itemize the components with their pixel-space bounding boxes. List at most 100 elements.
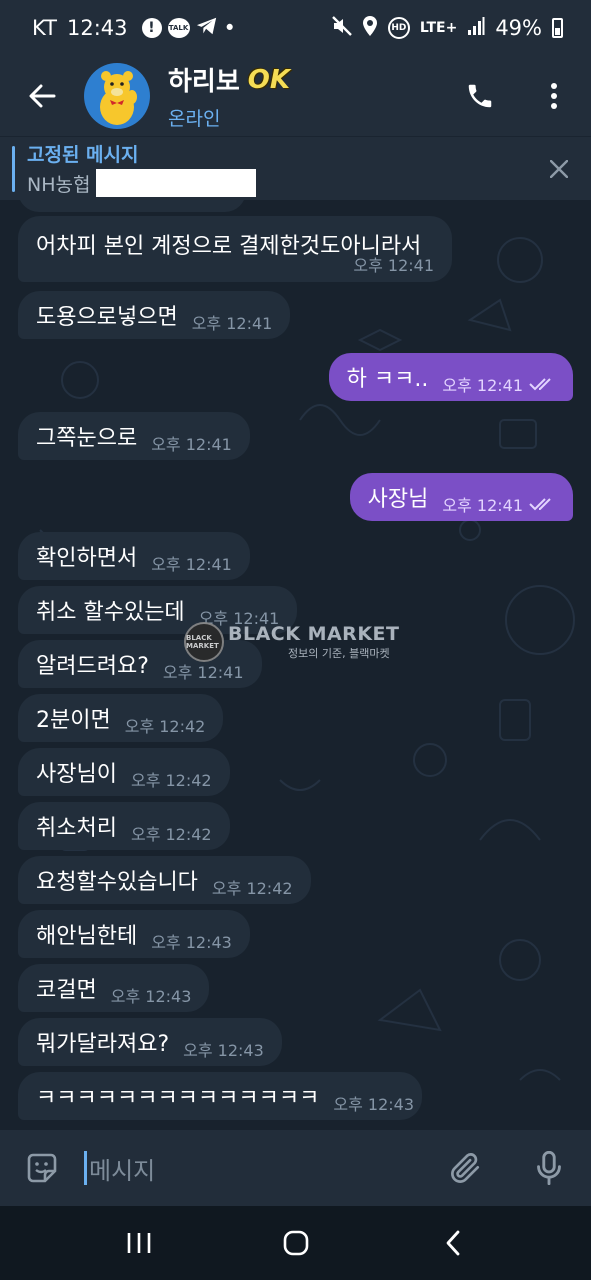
recents-icon [127, 1233, 150, 1253]
watermark-logo: BLACK MARKET [184, 622, 224, 662]
message-time: 오후 12:42 [130, 771, 212, 790]
message-bubble[interactable]: 어차피 본인 계정으로 결제한것도아니라서 오후 12:41 [18, 216, 452, 282]
chat-header: 하리보 OK 온라인 [0, 56, 591, 136]
home-icon [283, 1230, 308, 1256]
message-text: 사장님이 [36, 762, 117, 787]
system-back-button[interactable] [413, 1206, 493, 1280]
message-text: 요청할수있습니다 [36, 870, 198, 895]
pinned-message-bar[interactable]: 고정된 메시지 NH농협 [0, 136, 591, 200]
message-bubble[interactable]: ㅋㅋㅋㅋㅋㅋㅋㅋㅋㅋㅋㅋㅋㅋ 오후 12:43 [18, 1072, 422, 1120]
message-time: 오후 12:43 [110, 987, 192, 1006]
message-text: 코걸면 [36, 978, 97, 1003]
pinned-indicator [12, 145, 15, 192]
voice-message-button[interactable] [507, 1130, 591, 1206]
message-text: 도용으로넣으면 [36, 305, 178, 330]
back-arrow-icon [29, 84, 56, 108]
message-time: 오후 12:42 [130, 825, 212, 844]
message-bubble[interactable]: 도용으로넣으면 오후 12:41 [18, 291, 291, 339]
message-time: 오후 12:41 [442, 376, 523, 395]
text-cursor [84, 1151, 87, 1185]
message-bubble[interactable]: 2분이면 오후 12:42 [18, 694, 224, 742]
more-options-button[interactable] [517, 56, 591, 136]
message-text: 그쪽눈으로 [36, 426, 138, 451]
pinned-preview: NH농협 [27, 173, 91, 196]
read-checkmarks-icon [529, 377, 555, 391]
kakaotalk-notification-icon: TALK [167, 18, 190, 38]
clock: 12:43 [66, 16, 128, 40]
battery-icon [552, 18, 563, 38]
message-text: 뭐가달라져요? [36, 1032, 170, 1057]
more-notifications-dot: • [223, 16, 236, 40]
redaction-box [96, 169, 257, 197]
message-text: 취소처리 [36, 816, 117, 841]
online-status: 온라인 [168, 108, 221, 130]
pinned-title: 고정된 메시지 [27, 144, 139, 166]
message-input[interactable]: 메시지 [84, 1130, 423, 1206]
kebab-menu-icon [551, 83, 557, 109]
message-time: 오후 12:41 [151, 435, 232, 454]
message-time: 오후 12:43 [151, 933, 232, 952]
message-text: 알려드려요? [36, 654, 149, 679]
chat-title: 하리보 [168, 67, 240, 97]
watermark-title: BLACK MARKET [228, 623, 400, 645]
message-text: 2분이면 [36, 708, 111, 733]
message-bubble[interactable]: 하 ㅋㅋ.. 오후 12:41 [328, 353, 573, 401]
location-icon [362, 15, 378, 42]
chevron-left-icon [446, 1230, 459, 1256]
avatar[interactable] [84, 63, 150, 129]
message-bubble[interactable]: 요청할수있습니다 오후 12:42 [18, 856, 311, 904]
message-text: 취소 할수있는데 [36, 600, 185, 625]
mute-icon [332, 15, 352, 41]
signal-icon [467, 16, 485, 41]
watermark: BLACK MARKET BLACK MARKET 정보의 기준, 블랙마켓 [184, 612, 406, 672]
message-time: 오후 12:41 [353, 256, 434, 275]
message-bubble[interactable]: 사장님이 오후 12:42 [18, 748, 230, 796]
message-bubble[interactable]: 사장님 오후 12:41 [349, 473, 573, 521]
message-time: 오후 12:43 [183, 1041, 264, 1060]
message-text: ㅋㅋㅋㅋㅋㅋㅋㅋㅋㅋㅋㅋㅋㅋ [36, 1086, 320, 1111]
back-button[interactable] [0, 56, 84, 136]
alert-notification-icon: ! [141, 18, 162, 38]
sticker-emoji-icon [27, 1153, 57, 1183]
message-text: 하 ㅋㅋ.. [346, 367, 429, 392]
read-checkmarks-icon [529, 497, 555, 511]
message-time: 오후 12:43 [333, 1095, 415, 1114]
phone-icon [468, 84, 492, 108]
system-navigation-bar [0, 1206, 591, 1280]
message-bubble[interactable]: 그쪽눈으로 오후 12:41 [18, 412, 250, 460]
message-time: 오후 12:42 [124, 717, 206, 736]
microphone-icon [537, 1151, 561, 1185]
watermark-logo-text: BLACK MARKET [186, 634, 219, 650]
message-time: 오후 12:41 [151, 555, 232, 574]
network-type: LTE+ [419, 20, 458, 36]
home-button[interactable] [256, 1206, 336, 1280]
hd-voice-icon: HD [387, 17, 410, 39]
close-icon [550, 159, 568, 178]
message-bubble[interactable]: 취소처리 오후 12:42 [18, 802, 230, 850]
emoji-button[interactable] [0, 1130, 84, 1206]
paperclip-icon [451, 1153, 480, 1183]
message-list[interactable]: 어차피 본인 계정으로 결제한것도아니라서 오후 12:41 도용으로넣으면 오… [0, 200, 591, 1130]
message-bubble[interactable]: 해안님한테 오후 12:43 [18, 910, 250, 958]
message-input-placeholder: 메시지 [89, 1156, 156, 1185]
status-bar: KT 12:43 ! TALK • HD LTE+ 49% [0, 0, 591, 56]
watermark-subtitle: 정보의 기준, 블랙마켓 [288, 647, 390, 660]
call-button[interactable] [443, 56, 517, 136]
message-time: 오후 12:41 [191, 314, 273, 333]
message-time: 오후 12:41 [442, 496, 523, 515]
telegram-notification-icon [196, 16, 218, 41]
message-text: 사장님 [367, 487, 429, 512]
message-text: 해안님한테 [36, 924, 138, 949]
battery-percent: 49% [495, 16, 542, 40]
message-time: 오후 12:42 [211, 879, 293, 898]
attach-button[interactable] [423, 1130, 507, 1206]
message-bubble[interactable]: 뭐가달라져요? 오후 12:43 [18, 1018, 282, 1066]
carrier-label: KT [32, 16, 57, 40]
ok-emoji-badge: OK [247, 64, 291, 95]
recent-apps-button[interactable] [99, 1206, 179, 1280]
message-bubble[interactable]: 코걸면 오후 12:43 [18, 964, 210, 1012]
gummy-bear-avatar-icon [100, 71, 137, 125]
message-text: 확인하면서 [36, 546, 138, 571]
unpin-button[interactable] [527, 137, 591, 201]
message-bubble[interactable]: 확인하면서 오후 12:41 [18, 532, 250, 580]
